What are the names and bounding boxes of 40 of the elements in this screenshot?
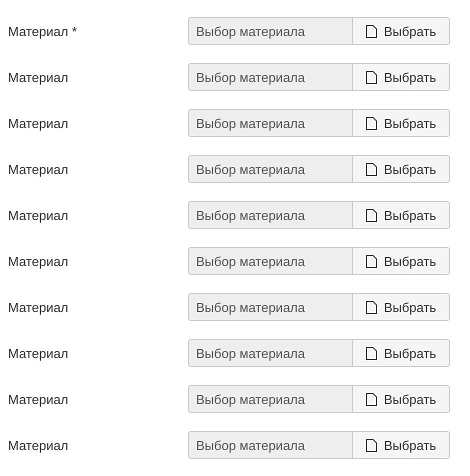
file-icon	[366, 346, 377, 360]
field-label: Материал	[7, 70, 70, 84]
input-field[interactable]: Выбор материала	[188, 339, 352, 367]
field-label: Материал	[7, 438, 70, 452]
field-label: Материал	[7, 392, 70, 406]
input-field[interactable]: Выбор материала	[188, 431, 352, 459]
select-button[interactable]: Выбрать	[352, 17, 450, 45]
file-icon	[366, 392, 377, 406]
file-icon	[366, 300, 377, 314]
field-label: Материал	[7, 208, 70, 222]
field-label: Материал *	[7, 24, 78, 38]
field-label: Материал	[7, 162, 70, 176]
input-field[interactable]: Выбор материала	[188, 63, 352, 91]
select-button[interactable]: Выбрать	[352, 63, 450, 91]
input-field[interactable]: Выбор материала	[188, 109, 352, 137]
input-field[interactable]: Выбор материала	[188, 385, 352, 413]
field-label: Материал	[7, 254, 70, 268]
input-field[interactable]: Выбор материала	[188, 155, 352, 183]
file-icon	[366, 70, 377, 84]
file-icon	[366, 208, 377, 222]
field-label: Материал	[7, 300, 70, 314]
field-label: Материал	[7, 346, 70, 360]
file-icon	[366, 254, 377, 268]
select-button[interactable]: Выбрать	[352, 247, 450, 275]
field-label: Материал	[7, 116, 70, 130]
select-button[interactable]: Выбрать	[352, 201, 450, 229]
file-icon	[366, 116, 377, 130]
select-button[interactable]: Выбрать	[352, 339, 450, 367]
select-button[interactable]: Выбрать	[352, 431, 450, 459]
select-button[interactable]: Выбрать	[352, 109, 450, 137]
input-field[interactable]: Выбор материала	[188, 201, 352, 229]
file-icon	[366, 24, 377, 38]
select-button[interactable]: Выбрать	[352, 385, 450, 413]
file-icon	[366, 162, 377, 176]
file-icon	[366, 438, 377, 452]
select-button[interactable]: Выбрать	[352, 293, 450, 321]
input-field[interactable]: Выбор материала	[188, 247, 352, 275]
input-field[interactable]: Выбор материала	[188, 293, 352, 321]
input-field[interactable]: Выбор материала	[188, 17, 352, 45]
select-button[interactable]: Выбрать	[352, 155, 450, 183]
